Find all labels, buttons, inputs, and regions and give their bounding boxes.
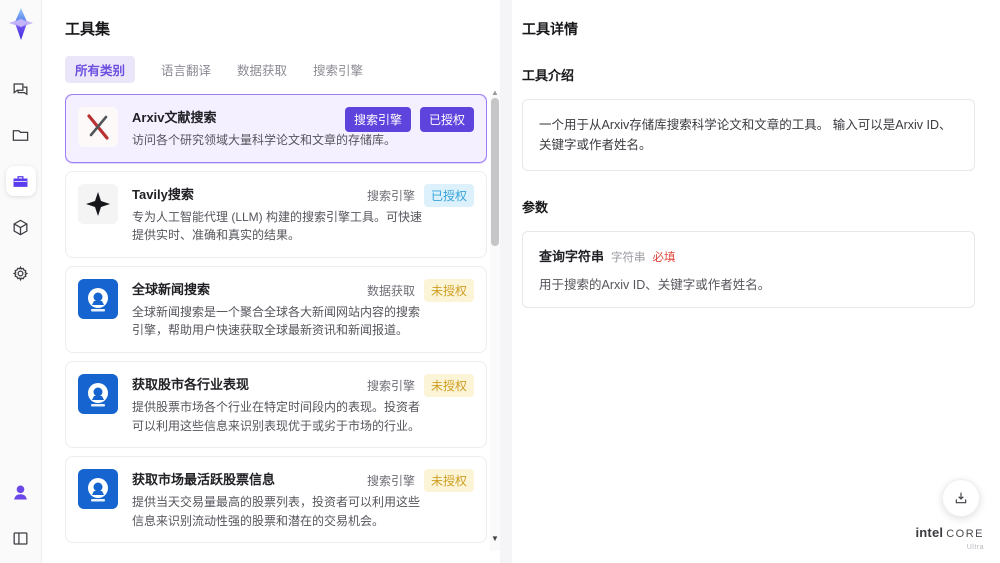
tool-card[interactable]: Arxiv文献搜索 访问各个研究领域大量科学论文和文章的存储库。 搜索引擎 已授… xyxy=(65,94,487,163)
chat-icon xyxy=(13,82,28,95)
user-avatar-icon xyxy=(14,485,27,499)
param-desc: 用于搜索的Arxiv ID、关键字或作者姓名。 xyxy=(539,278,771,292)
panel-divider xyxy=(500,0,512,563)
tools-panel: 工具集 所有类别 语言翻译 数据获取 搜索引擎 Arxiv文献搜索 访问各个研究领域大… xyxy=(42,0,500,563)
brand-primary: intel xyxy=(915,525,944,540)
app-window: 工具集 所有类别 语言翻译 数据获取 搜索引擎 Arxiv文献搜索 访问各个研究领域大… xyxy=(0,0,1000,563)
tool-card[interactable]: 全球新闻搜索 全球新闻搜索是一个聚合全球各大新闻网站内容的搜索引擎，帮助用户快速… xyxy=(65,265,487,353)
sidebar-item-plugins[interactable] xyxy=(6,212,36,242)
gear-icon xyxy=(12,265,29,281)
intro-text: 一个用于从Arxiv存储库搜索科学论文和文章的工具。 输入可以是Arxiv ID… xyxy=(522,99,975,171)
tool-category-badge: 搜索引擎 xyxy=(344,107,411,132)
tool-category-badge: 搜索引擎 xyxy=(366,378,415,393)
intel-core-logo: intel CORE Ultra xyxy=(915,525,984,551)
param-type: 字符串 xyxy=(611,252,646,264)
brand-secondary: CORE xyxy=(946,528,984,540)
scrollbar-up-arrow[interactable]: ▲ xyxy=(490,88,500,97)
tab-category[interactable]: 搜索引擎 xyxy=(313,56,363,83)
sidebar-item-settings[interactable] xyxy=(6,258,36,288)
tab-category[interactable]: 语言翻译 xyxy=(161,56,211,83)
tool-tags: 数据获取 未授权 xyxy=(366,278,474,302)
panel-layout-icon xyxy=(13,531,28,545)
tool-tags: 搜索引擎 已授权 xyxy=(366,183,474,207)
sidebar-item-tools[interactable] xyxy=(5,166,36,196)
tool-tags: 搜索引擎 已授权 xyxy=(344,107,474,132)
tool-status-badge: 未授权 xyxy=(423,278,474,302)
params-heading: 参数 xyxy=(522,200,549,215)
download-icon xyxy=(955,492,967,504)
scrollbar-down-arrow[interactable]: ▼ xyxy=(490,534,500,543)
tab-active[interactable]: 所有类别 xyxy=(65,56,136,83)
sidebar-item-files[interactable] xyxy=(6,120,36,150)
folder-icon xyxy=(12,129,29,141)
toolbox-icon xyxy=(13,175,28,187)
arxiv-logo-icon xyxy=(78,107,118,147)
scrollbar-thumb[interactable] xyxy=(491,98,499,246)
tool-status-badge: 未授权 xyxy=(423,373,474,397)
param-required-flag: 必填 xyxy=(652,252,676,264)
tool-list: Arxiv文献搜索 访问各个研究领域大量科学论文和文章的存储库。 搜索引擎 已授… xyxy=(65,94,487,551)
sidebar-item-chat[interactable] xyxy=(6,74,36,104)
tool-status-badge: 已授权 xyxy=(419,107,474,132)
scrollbar[interactable]: ▲ ▼ xyxy=(490,88,500,551)
global-news-logo-icon xyxy=(78,469,118,510)
download-button[interactable] xyxy=(942,479,980,517)
param-name: 查询字符串 xyxy=(539,249,605,264)
sidebar-rail xyxy=(0,0,42,563)
tool-card[interactable]: 获取股市各行业表现 提供股票市场各个行业在特定时间段内的表现。投资者可以利用这些… xyxy=(65,360,487,449)
tool-status-badge: 未授权 xyxy=(423,469,474,493)
cube-icon xyxy=(13,219,28,235)
tool-tags: 搜索引擎 未授权 xyxy=(366,373,474,397)
tool-card[interactable]: Tavily搜索 专为人工智能代理 (LLM) 构建的搜索引擎工具。可快速提供实… xyxy=(65,170,487,258)
global-news-logo-icon xyxy=(78,373,118,414)
sidebar-collapse-toggle[interactable] xyxy=(6,523,36,553)
app-logo-icon xyxy=(8,8,33,40)
tool-desc: 专为人工智能代理 (LLM) 构建的搜索引擎工具。可快速提供实时、准确和真实的结… xyxy=(132,209,423,243)
tool-desc: 提供当天交易量最高的股票列表，投资者可以利用这些信息来识别流动性强的股票和潜在的… xyxy=(132,495,421,528)
intro-heading: 工具介绍 xyxy=(522,68,575,83)
page-title: 工具集 xyxy=(65,21,111,38)
tool-desc: 全球新闻搜索是一个聚合全球各大新闻网站内容的搜索引擎，帮助用户快速获取全球最新资… xyxy=(132,304,421,338)
tool-category-badge: 搜索引擎 xyxy=(366,188,415,203)
brand-sub: Ultra xyxy=(966,544,984,551)
param-card: 查询字符串 字符串 必填 用于搜索的Arxiv ID、关键字或作者姓名。 xyxy=(522,231,975,308)
sidebar-item-user[interactable] xyxy=(6,477,36,507)
tool-category-badge: 搜索引擎 xyxy=(366,474,415,489)
tool-desc: 访问各个研究领域大量科学论文和文章的存储库。 xyxy=(132,133,397,147)
tool-status-badge: 已授权 xyxy=(423,183,474,207)
tab-category[interactable]: 数据获取 xyxy=(237,56,287,83)
detail-title: 工具详情 xyxy=(522,21,578,37)
tool-tags: 搜索引擎 未授权 xyxy=(366,469,474,493)
category-tabs: 所有类别 语言翻译 数据获取 搜索引擎 xyxy=(65,56,500,83)
tool-category-badge: 数据获取 xyxy=(366,283,415,298)
tool-desc: 提供股票市场各个行业在特定时间段内的表现。投资者可以利用这些信息来识别表现优于或… xyxy=(132,399,421,433)
tavily-logo-icon xyxy=(78,183,118,224)
tool-card[interactable]: 获取市场最活跃股票信息 提供当天交易量最高的股票列表，投资者可以利用这些信息来识… xyxy=(65,456,487,544)
global-news-logo-icon xyxy=(78,278,118,319)
tool-detail-panel: 工具详情 工具介绍 一个用于从Arxiv存储库搜索科学论文和文章的工具。 输入可… xyxy=(512,0,1000,563)
